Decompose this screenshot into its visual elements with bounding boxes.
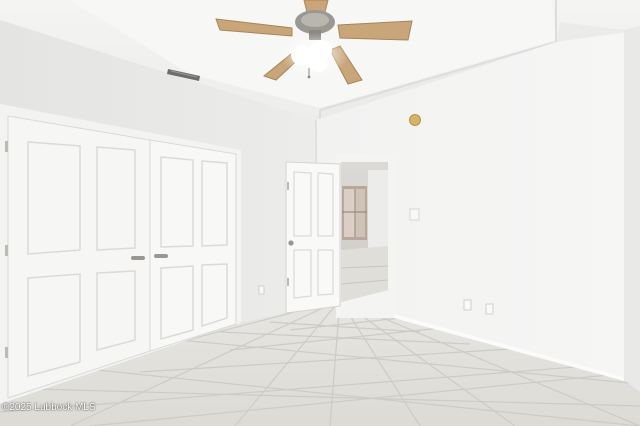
- light-switch: [409, 208, 420, 221]
- room-photo: ©2025 Lubbock MLS: [0, 0, 640, 426]
- outlet: [485, 303, 494, 315]
- room-illustration: [0, 0, 640, 426]
- photo-watermark: ©2025 Lubbock MLS: [2, 402, 96, 413]
- right-edge-wall: [624, 26, 640, 426]
- closet-door-left: [7, 115, 151, 399]
- bedroom-door: [285, 161, 341, 314]
- door-knob: [288, 240, 294, 246]
- closet-handle: [154, 254, 168, 258]
- smoke-detector: [409, 114, 421, 126]
- outlet: [463, 299, 472, 311]
- fan-light: [309, 56, 327, 72]
- closet-handle: [131, 256, 145, 260]
- outlet: [258, 285, 265, 295]
- fan-light: [291, 45, 311, 65]
- hallway-doorway: [336, 154, 394, 318]
